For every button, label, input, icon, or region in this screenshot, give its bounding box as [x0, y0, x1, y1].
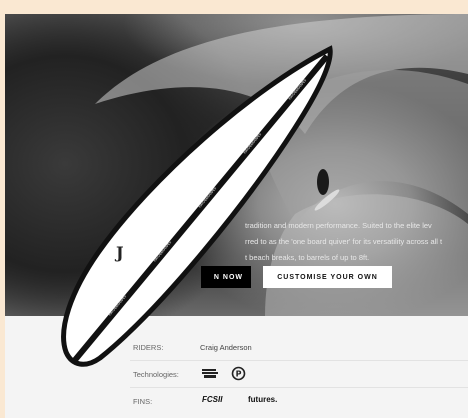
surfboard-image: HAYDENSHAPES HAYDENSHAPES HAYDENSHAPES H…	[61, 45, 333, 367]
board-logo: J	[114, 243, 124, 262]
